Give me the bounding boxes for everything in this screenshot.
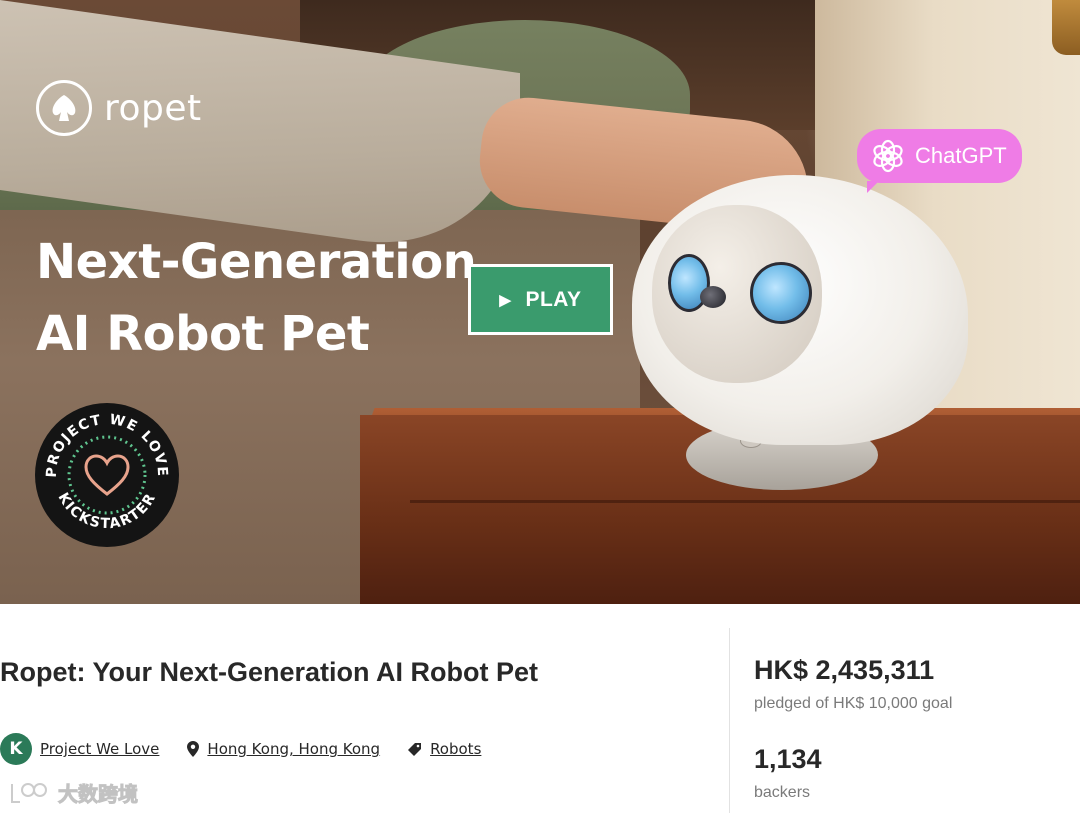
hero-headline-line1: Next-Generation <box>36 234 477 290</box>
location-link[interactable]: Hong Kong, Hong Kong <box>207 740 380 758</box>
chatgpt-label: ChatGPT <box>915 143 1007 168</box>
play-label: PLAY <box>525 287 582 311</box>
project-video-hero[interactable]: ropet Next-Generation AI Robot Pet ▶ PLA… <box>0 0 1080 604</box>
nightstand-drawer-line <box>410 500 1080 503</box>
backers-count: 1,134 <box>754 744 822 774</box>
category-link[interactable]: Robots <box>430 740 481 758</box>
lamp <box>1052 0 1080 55</box>
pledged-amount: HK$ 2,435,311 <box>754 655 935 685</box>
openai-logo-icon <box>873 139 903 173</box>
location-pin-icon <box>187 741 200 757</box>
stats-divider <box>729 628 730 813</box>
hero-headline: Next-Generation AI Robot Pet <box>36 226 477 370</box>
chatgpt-bubble: ChatGPT <box>857 129 1022 193</box>
robot-pet-nose <box>700 286 726 308</box>
watermark: 大数跨境 <box>8 778 139 807</box>
watermark-logo-icon <box>11 782 47 803</box>
watermark-text: 大数跨境 <box>58 782 139 807</box>
ropet-logo-icon <box>36 80 92 136</box>
backers-label: backers <box>754 784 811 801</box>
project-we-love-badge: PROJECT WE LOVE KICKSTARTER <box>35 403 179 547</box>
brand-logo: ropet <box>36 80 202 136</box>
location-tag[interactable]: Hong Kong, Hong Kong <box>187 740 380 758</box>
kickstarter-k-icon: K <box>0 733 32 765</box>
robot-pet-right-eye <box>750 262 812 324</box>
brand-name: ropet <box>104 87 202 129</box>
play-icon: ▶ <box>499 291 512 309</box>
funding-goal: pledged of HK$ 10,000 goal <box>754 695 953 712</box>
category-tag[interactable]: Robots <box>408 740 481 758</box>
project-we-love-tag[interactable]: K Project We Love <box>0 733 159 765</box>
project-title: Ropet: Your Next-Generation AI Robot Pet <box>0 657 539 687</box>
tag-icon <box>408 743 422 756</box>
play-video-button[interactable]: ▶ PLAY <box>468 264 613 335</box>
project-meta-row: K Project We Love Hong Kong, Hong Kong R… <box>0 733 509 765</box>
hero-headline-line2: AI Robot Pet <box>36 306 370 362</box>
project-we-love-link[interactable]: Project We Love <box>40 740 159 758</box>
